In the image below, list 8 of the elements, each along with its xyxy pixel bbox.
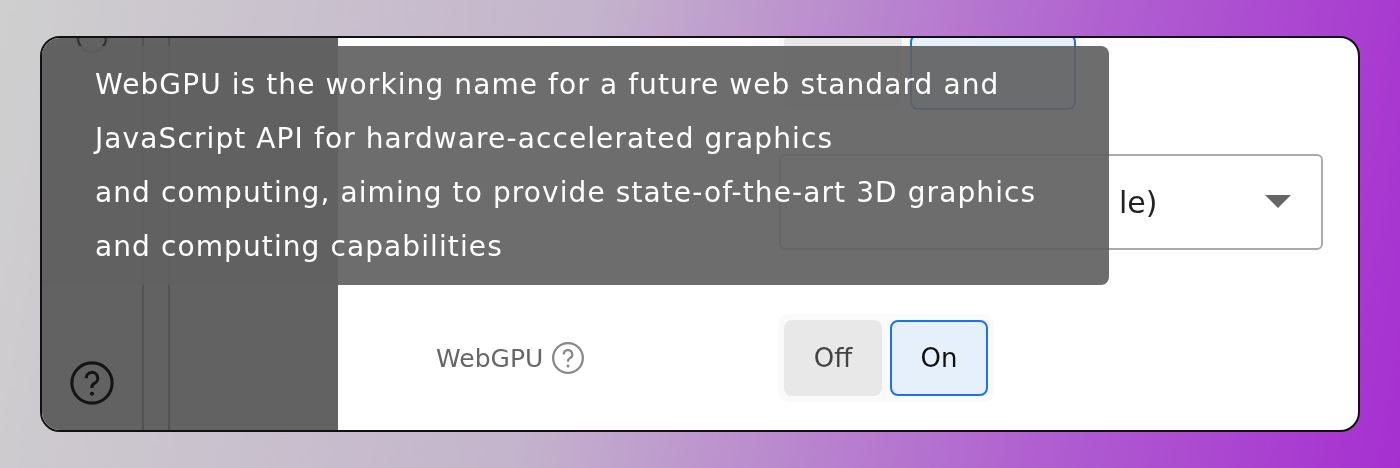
select-value: le) <box>1119 184 1159 220</box>
toggle-option[interactable]: Off <box>784 320 882 396</box>
help-icon[interactable] <box>551 341 586 375</box>
tooltip: WebGPU is the working name for a future web standard and JavaScript API for hardware-accelerated graphics and computing, aiming to provide state-of-the-art 3D graphics and computing capabilities <box>42 46 1109 285</box>
dropdown-caret-icon[interactable] <box>1265 195 1291 209</box>
toggle-option[interactable]: On <box>890 320 988 396</box>
help-icon[interactable] <box>69 360 115 406</box>
setting-label: WebGPU <box>436 343 544 373</box>
